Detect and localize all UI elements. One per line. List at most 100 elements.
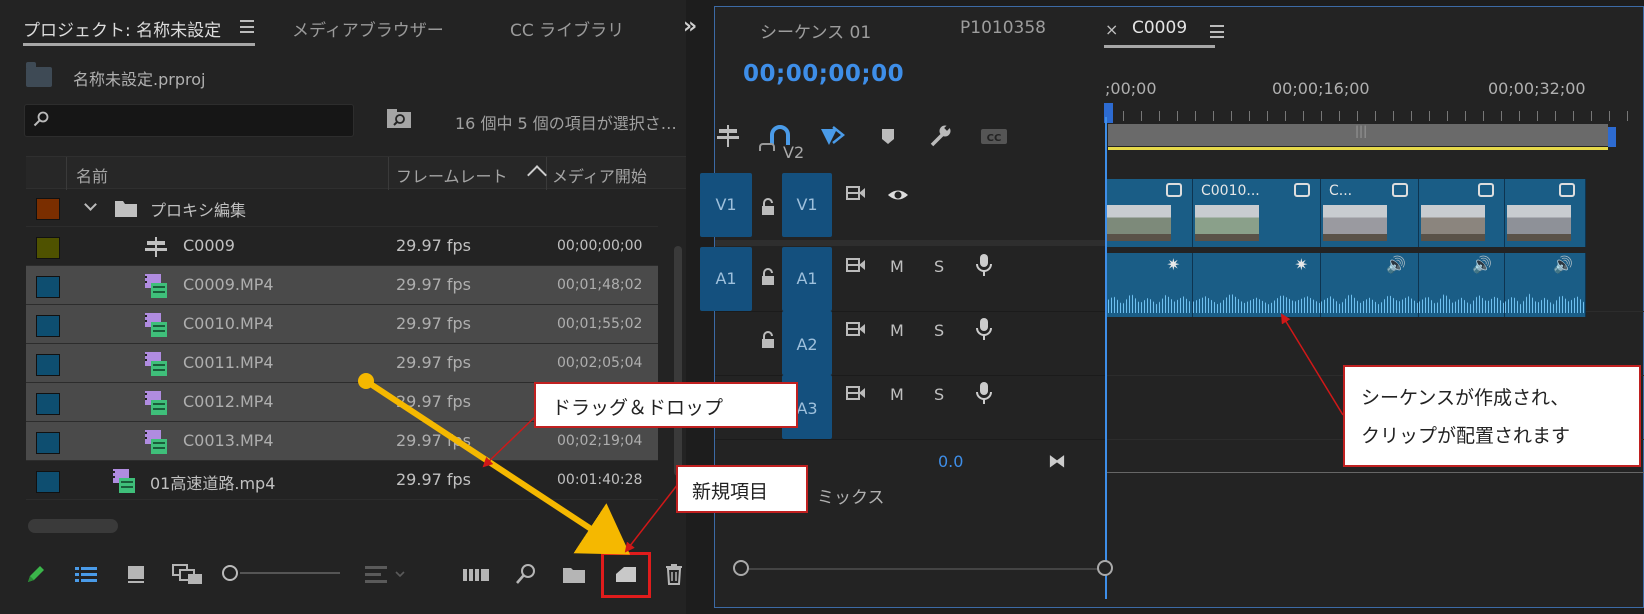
clear-icon[interactable] <box>662 562 686 586</box>
tab-cc-libraries[interactable]: CC ライブラリ <box>510 16 624 41</box>
tab-overflow-icon[interactable]: » <box>683 14 697 39</box>
go-to-edit-icon[interactable]: ⧓ <box>1048 451 1066 472</box>
video-clip[interactable]: C0010... <box>1193 179 1321 247</box>
sync-lock-icon[interactable] <box>845 383 867 403</box>
chevron-down-icon[interactable] <box>84 198 97 211</box>
target-patch-v1[interactable]: V1 <box>782 173 832 237</box>
solo-button-a3[interactable]: S <box>934 385 944 404</box>
clip-thumbnail <box>1323 205 1387 241</box>
find-icon[interactable] <box>514 562 538 586</box>
list-item[interactable]: 01高速道路.mp4 29.97 fps 00:01:40:28 <box>26 461 658 500</box>
audio-clip[interactable]: ✷ <box>1193 253 1321 317</box>
source-patch-a1[interactable]: A1 <box>700 247 752 311</box>
video-clip[interactable]: C... <box>1321 179 1419 247</box>
automate-to-sequence-icon[interactable] <box>462 562 490 586</box>
mix-volume-value[interactable]: 0.0 <box>938 452 963 471</box>
search-input[interactable] <box>24 104 354 137</box>
vertical-scrollbar[interactable] <box>674 246 682 476</box>
item-name: C0010.MP4 <box>183 314 274 333</box>
item-media-start: 00;02;05;04 <box>557 355 643 371</box>
sync-lock-icon[interactable] <box>845 183 867 203</box>
label-color-swatch[interactable] <box>36 393 60 415</box>
sync-lock-icon[interactable] <box>845 319 867 339</box>
microphone-icon[interactable] <box>973 317 995 341</box>
mute-button-a2[interactable]: M <box>890 321 904 340</box>
time-ruler[interactable] <box>1105 111 1644 121</box>
ruler-label: ;00;00 <box>1105 79 1157 98</box>
sort-icons-icon[interactable] <box>364 562 408 586</box>
video-clip[interactable] <box>1105 179 1193 247</box>
item-frame-rate: 29.97 fps <box>396 236 472 255</box>
panel-menu-icon[interactable] <box>240 20 254 33</box>
video-clip[interactable] <box>1505 179 1586 247</box>
list-item[interactable]: プロキシ編集 <box>26 188 658 227</box>
list-item[interactable]: C0011.MP4 29.97 fps 00;02;05;04 <box>26 344 658 383</box>
item-frame-rate: 29.97 fps <box>396 275 472 294</box>
column-header-name[interactable]: 名前 <box>76 163 108 187</box>
list-item[interactable]: C0009 29.97 fps 00;00;00;00 <box>26 227 658 266</box>
column-header-frame-rate[interactable]: フレームレート <box>396 163 508 187</box>
eye-icon[interactable] <box>887 185 909 205</box>
solo-button-a2[interactable]: S <box>934 321 944 340</box>
solo-button-a1[interactable]: S <box>934 257 944 276</box>
zoom-scroll-end-handle[interactable] <box>1097 560 1113 576</box>
freeform-view-icon[interactable] <box>172 562 204 586</box>
audio-clip[interactable]: 🔊 <box>1505 253 1586 317</box>
mute-button-a3[interactable]: M <box>890 385 904 404</box>
target-patch-a1[interactable]: A1 <box>782 247 832 311</box>
list-view-icon[interactable] <box>74 562 98 586</box>
lock-icon[interactable] <box>760 331 776 349</box>
horizontal-scrollbar[interactable] <box>28 519 118 533</box>
audio-clip[interactable]: 🔊 <box>1321 253 1419 317</box>
sync-lock-icon[interactable] <box>845 255 867 275</box>
panel-menu-icon[interactable] <box>1210 25 1224 38</box>
microphone-icon[interactable] <box>973 253 995 277</box>
label-color-swatch[interactable] <box>36 198 60 220</box>
tab-c0009[interactable]: C0009 <box>1132 18 1187 38</box>
find-in-bin-icon[interactable] <box>386 108 412 130</box>
list-item[interactable]: C0009.MP4 29.97 fps 00;01;48;02 <box>26 266 658 305</box>
zoom-scroll-start-handle[interactable] <box>733 560 749 576</box>
label-color-swatch[interactable] <box>36 354 60 376</box>
tab-project[interactable]: プロジェクト: 名称未設定 <box>23 16 221 41</box>
item-name: C0009 <box>183 236 235 255</box>
video-audio-divider[interactable] <box>715 240 1105 246</box>
new-bin-icon[interactable] <box>562 562 586 586</box>
tab-p1010358[interactable]: P1010358 <box>960 18 1046 38</box>
label-color-swatch[interactable] <box>36 237 60 259</box>
tab-sequence-01[interactable]: シーケンス 01 <box>760 18 871 43</box>
wrench-icon[interactable] <box>927 123 953 149</box>
audio-clip[interactable]: 🔊 <box>1419 253 1505 317</box>
column-header-media-start[interactable]: メディア開始 <box>552 163 647 187</box>
linked-selection-icon[interactable] <box>819 123 845 149</box>
pencil-icon[interactable] <box>24 562 48 586</box>
playhead-line[interactable] <box>1105 117 1107 599</box>
label-color-swatch[interactable] <box>36 276 60 298</box>
icon-view-icon[interactable] <box>124 562 148 586</box>
zoom-slider-knob[interactable] <box>222 565 238 581</box>
captions-icon[interactable]: CC <box>979 123 1009 149</box>
target-patch-a2[interactable]: A2 <box>782 311 832 375</box>
label-color-swatch[interactable] <box>36 315 60 337</box>
tab-media-browser[interactable]: メディアブラウザー <box>292 16 444 41</box>
microphone-icon[interactable] <box>973 381 995 405</box>
label-color-swatch[interactable] <box>36 471 60 493</box>
insert-nest-icon[interactable] <box>715 123 741 149</box>
close-tab-icon[interactable]: × <box>1105 20 1118 39</box>
lock-icon[interactable] <box>760 268 776 286</box>
label-color-swatch[interactable] <box>36 432 60 454</box>
add-marker-icon[interactable] <box>875 123 901 149</box>
work-area-end-handle[interactable] <box>1608 127 1616 147</box>
lock-icon[interactable] <box>759 143 775 151</box>
list-item[interactable]: C0010.MP4 29.97 fps 00;01;55;02 <box>26 305 658 344</box>
video-clip[interactable] <box>1419 179 1505 247</box>
audio-clip[interactable]: ✷ <box>1105 253 1193 317</box>
lock-icon[interactable] <box>760 198 776 216</box>
playhead-timecode[interactable]: 00;00;00;00 <box>743 61 904 87</box>
zoom-slider-track[interactable] <box>240 572 340 574</box>
timeline-zoom-scrollbar[interactable] <box>741 568 1111 570</box>
render-bar <box>1108 147 1608 150</box>
mute-button-a1[interactable]: M <box>890 257 904 276</box>
video-clip-icon <box>145 313 167 337</box>
source-patch-v1[interactable]: V1 <box>700 173 752 237</box>
